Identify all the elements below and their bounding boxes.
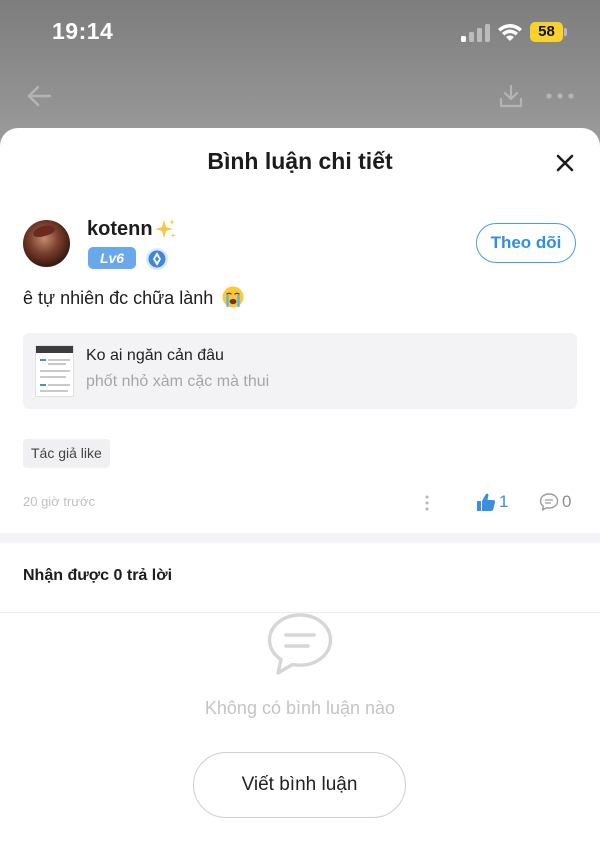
crying-emoji-icon bbox=[222, 286, 244, 308]
thumbnail-line bbox=[40, 390, 68, 392]
author-liked-tag: Tác giả like bbox=[23, 439, 110, 468]
thumbnail-line bbox=[48, 359, 70, 361]
quoted-post-title: Ko ai ngăn cản đâu bbox=[86, 347, 224, 364]
battery-cap bbox=[564, 28, 567, 36]
thumbnail-line bbox=[40, 376, 66, 378]
download-icon[interactable] bbox=[498, 83, 524, 109]
sparkle-icon bbox=[155, 219, 176, 238]
status-bar: 19:14 58 bbox=[0, 0, 600, 66]
avatar[interactable] bbox=[23, 220, 70, 267]
signal-icon bbox=[461, 24, 490, 42]
level-badge: Lv6 bbox=[88, 247, 136, 269]
status-time: 19:14 bbox=[52, 18, 114, 44]
comment-detail-sheet: Bình luận chi tiết kotenn Lv6 Theo dõi ê… bbox=[0, 128, 600, 849]
reply-count: 0 bbox=[562, 492, 572, 511]
comment-text: ê tự nhiên đc chữa lành bbox=[23, 288, 214, 308]
section-divider bbox=[0, 533, 600, 543]
quoted-post-thumbnail bbox=[35, 345, 74, 397]
battery-indicator: 58 bbox=[530, 22, 568, 42]
kebab-menu-icon[interactable] bbox=[424, 494, 430, 512]
follow-button[interactable]: Theo dõi bbox=[476, 223, 576, 263]
empty-state-text: Không có bình luận nào bbox=[204, 698, 396, 718]
thumbs-up-icon bbox=[477, 493, 496, 511]
back-arrow-icon[interactable] bbox=[26, 83, 52, 109]
quoted-post-card[interactable]: Ko ai ngăn cản đâu phốt nhỏ xàm cặc mà t… bbox=[23, 333, 577, 409]
comment-timestamp: 20 giờ trước bbox=[23, 494, 95, 509]
rank-badge-icon bbox=[146, 248, 168, 270]
comment-bubble-icon bbox=[539, 493, 559, 511]
sheet-title: Bình luận chi tiết bbox=[207, 148, 393, 174]
thumbnail-line bbox=[48, 384, 70, 386]
thumbnail-line bbox=[48, 363, 66, 365]
wifi-icon bbox=[498, 24, 522, 41]
username[interactable]: kotenn bbox=[87, 218, 153, 241]
more-icon[interactable] bbox=[545, 92, 575, 100]
thumbnail-line bbox=[40, 359, 46, 361]
replies-heading: Nhận được 0 trả lời bbox=[23, 567, 173, 584]
empty-comments-icon bbox=[267, 613, 333, 675]
write-comment-button[interactable]: Viết bình luận bbox=[193, 752, 406, 818]
quoted-post-subtitle: phốt nhỏ xàm cặc mà thui bbox=[86, 373, 270, 390]
close-icon[interactable] bbox=[553, 151, 577, 175]
battery-level: 58 bbox=[530, 22, 563, 42]
comment-body: ê tự nhiên đc chữa lành bbox=[23, 286, 244, 309]
thumbnail-header bbox=[36, 346, 73, 353]
thumbnail-line bbox=[40, 384, 46, 386]
avatar-detail bbox=[32, 223, 56, 239]
thumbnail-line bbox=[40, 370, 70, 372]
like-count: 1 bbox=[499, 492, 509, 511]
